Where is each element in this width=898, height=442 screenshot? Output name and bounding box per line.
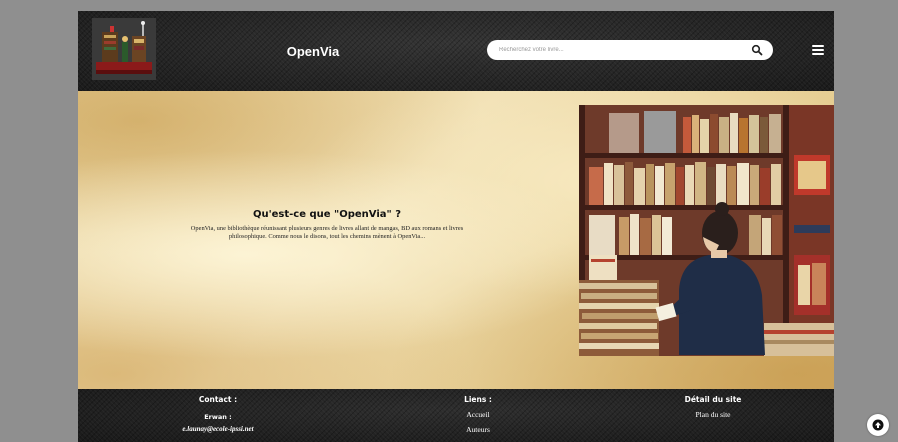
search-icon[interactable] <box>751 44 763 56</box>
site-brand[interactable]: OpenVia <box>283 44 343 59</box>
footer-site-details: Détail du site Plan du site <box>653 395 773 419</box>
contact-email-link[interactable]: e.launay@ecole-ipssi.net <box>148 425 288 433</box>
site-header: OpenVia <box>78 11 834 91</box>
site-footer: Contact : Erwan : e.launay@ecole-ipssi.n… <box>78 389 834 442</box>
hero-title: Qu'est-ce que "OpenVia" ? <box>252 209 402 220</box>
search-input[interactable] <box>497 46 741 54</box>
footer-link-plan-du-site[interactable]: Plan du site <box>653 410 773 419</box>
arrow-up-circle-icon <box>872 419 884 431</box>
links-heading: Liens : <box>464 395 492 404</box>
footer-contact: Contact : Erwan : e.launay@ecole-ipssi.n… <box>148 395 288 433</box>
contact-name: Erwan : <box>204 413 232 421</box>
page-container: OpenVia Qu'est-ce que "OpenVia" ? OpenVi… <box>78 11 834 442</box>
woman-reading-in-bookstore-illustration <box>579 105 834 356</box>
footer-links: Liens : Accueil Auteurs <box>438 395 518 434</box>
footer-link-accueil[interactable]: Accueil <box>438 410 518 419</box>
hamburger-menu-icon[interactable] <box>812 45 824 55</box>
scroll-to-top-button[interactable] <box>867 414 889 436</box>
hero-text-block: Qu'est-ce que "OpenVia" ? OpenVia, une b… <box>174 209 480 241</box>
site-details-heading: Détail du site <box>684 395 742 404</box>
search-bar <box>487 40 773 60</box>
contact-heading: Contact : <box>198 395 238 404</box>
hero-section: Qu'est-ce que "OpenVia" ? OpenVia, une b… <box>78 91 834 389</box>
hero-description: OpenVia, une bibliothèque réunissant plu… <box>190 225 464 241</box>
lego-bookshop-logo[interactable] <box>92 18 156 80</box>
footer-link-auteurs[interactable]: Auteurs <box>438 425 518 434</box>
